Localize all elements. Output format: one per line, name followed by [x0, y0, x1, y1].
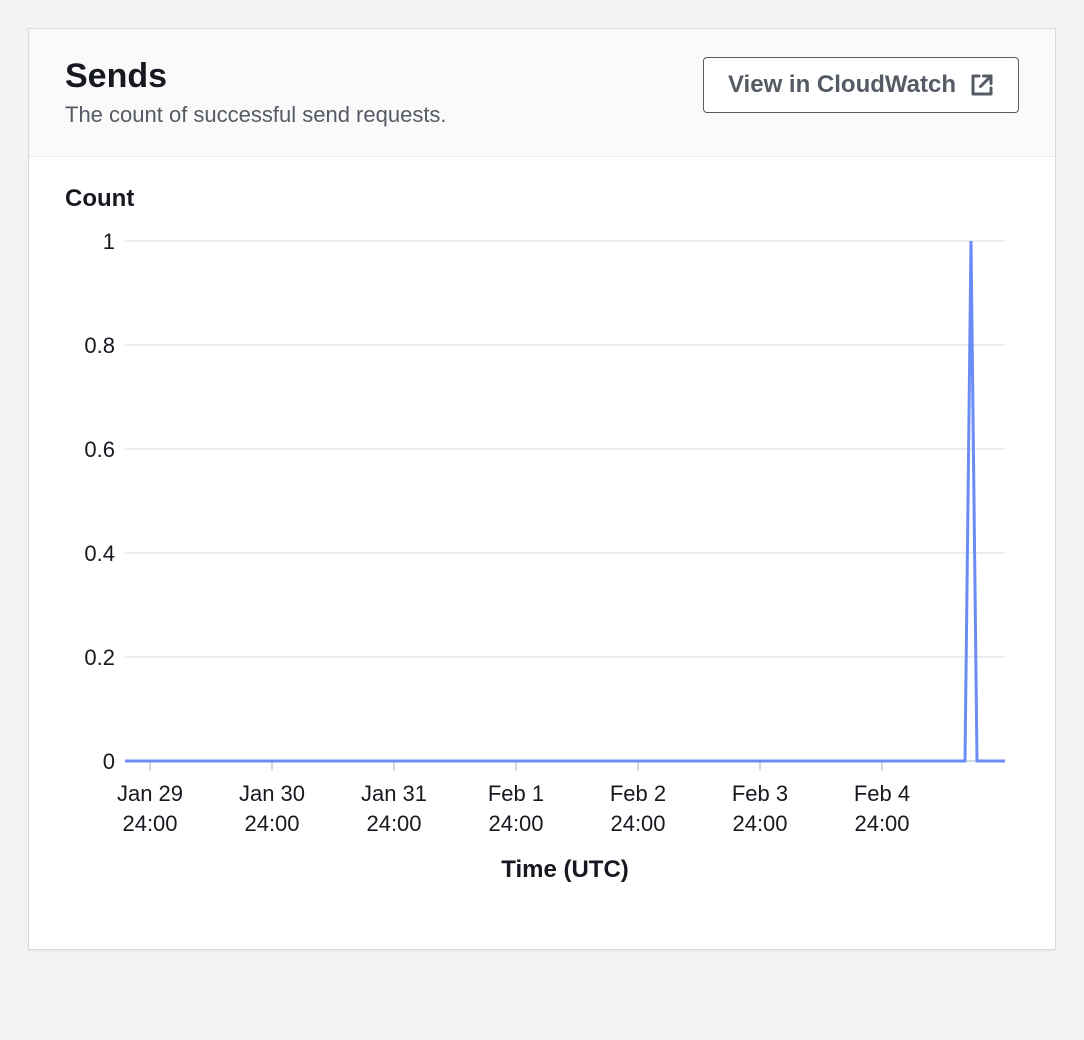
x-tick-5-l1: Feb 3: [732, 781, 788, 806]
sends-chart: 0 0.2 0.4 0.6 0.8 1 Jan 29 24:00 Jan 30 …: [65, 221, 1013, 921]
x-tick-3-l1: Feb 1: [488, 781, 544, 806]
y-tick-02: 0.2: [84, 645, 115, 670]
y-axis-title: Count: [65, 185, 1019, 213]
y-tick-1: 1: [103, 229, 115, 254]
x-tick-0-l2: 24:00: [122, 811, 177, 836]
y-tick-labels: 0 0.2 0.4 0.6 0.8 1: [84, 229, 115, 774]
y-tick-0: 0: [103, 749, 115, 774]
x-tick-6-l2: 24:00: [854, 811, 909, 836]
x-tick-1-l2: 24:00: [244, 811, 299, 836]
x-tick-0-l1: Jan 29: [117, 781, 183, 806]
x-tick-4-l1: Feb 2: [610, 781, 666, 806]
sends-card: Sends The count of successful send reque…: [28, 28, 1056, 950]
view-in-cloudwatch-button[interactable]: View in CloudWatch: [703, 57, 1019, 113]
card-title: Sends: [65, 57, 447, 96]
y-tick-08: 0.8: [84, 333, 115, 358]
series-sends: [125, 241, 1005, 761]
x-tick-2-l1: Jan 31: [361, 781, 427, 806]
x-tick-labels: Jan 29 24:00 Jan 30 24:00 Jan 31 24:00 F…: [117, 781, 910, 836]
x-tick-1-l1: Jan 30: [239, 781, 305, 806]
x-tick-3-l2: 24:00: [488, 811, 543, 836]
x-axis-title: Time (UTC): [501, 856, 629, 883]
x-tick-2-l2: 24:00: [366, 811, 421, 836]
gridlines: [125, 241, 1005, 657]
view-in-cloudwatch-label: View in CloudWatch: [728, 68, 956, 102]
y-tick-04: 0.4: [84, 541, 115, 566]
x-tick-5-l2: 24:00: [732, 811, 787, 836]
chart-area: Count: [29, 157, 1055, 949]
card-subtitle: The count of successful send requests.: [65, 102, 447, 128]
card-header: Sends The count of successful send reque…: [29, 29, 1055, 157]
x-tick-6-l1: Feb 4: [854, 781, 910, 806]
x-tick-4-l2: 24:00: [610, 811, 665, 836]
external-link-icon: [970, 73, 994, 97]
y-tick-06: 0.6: [84, 437, 115, 462]
